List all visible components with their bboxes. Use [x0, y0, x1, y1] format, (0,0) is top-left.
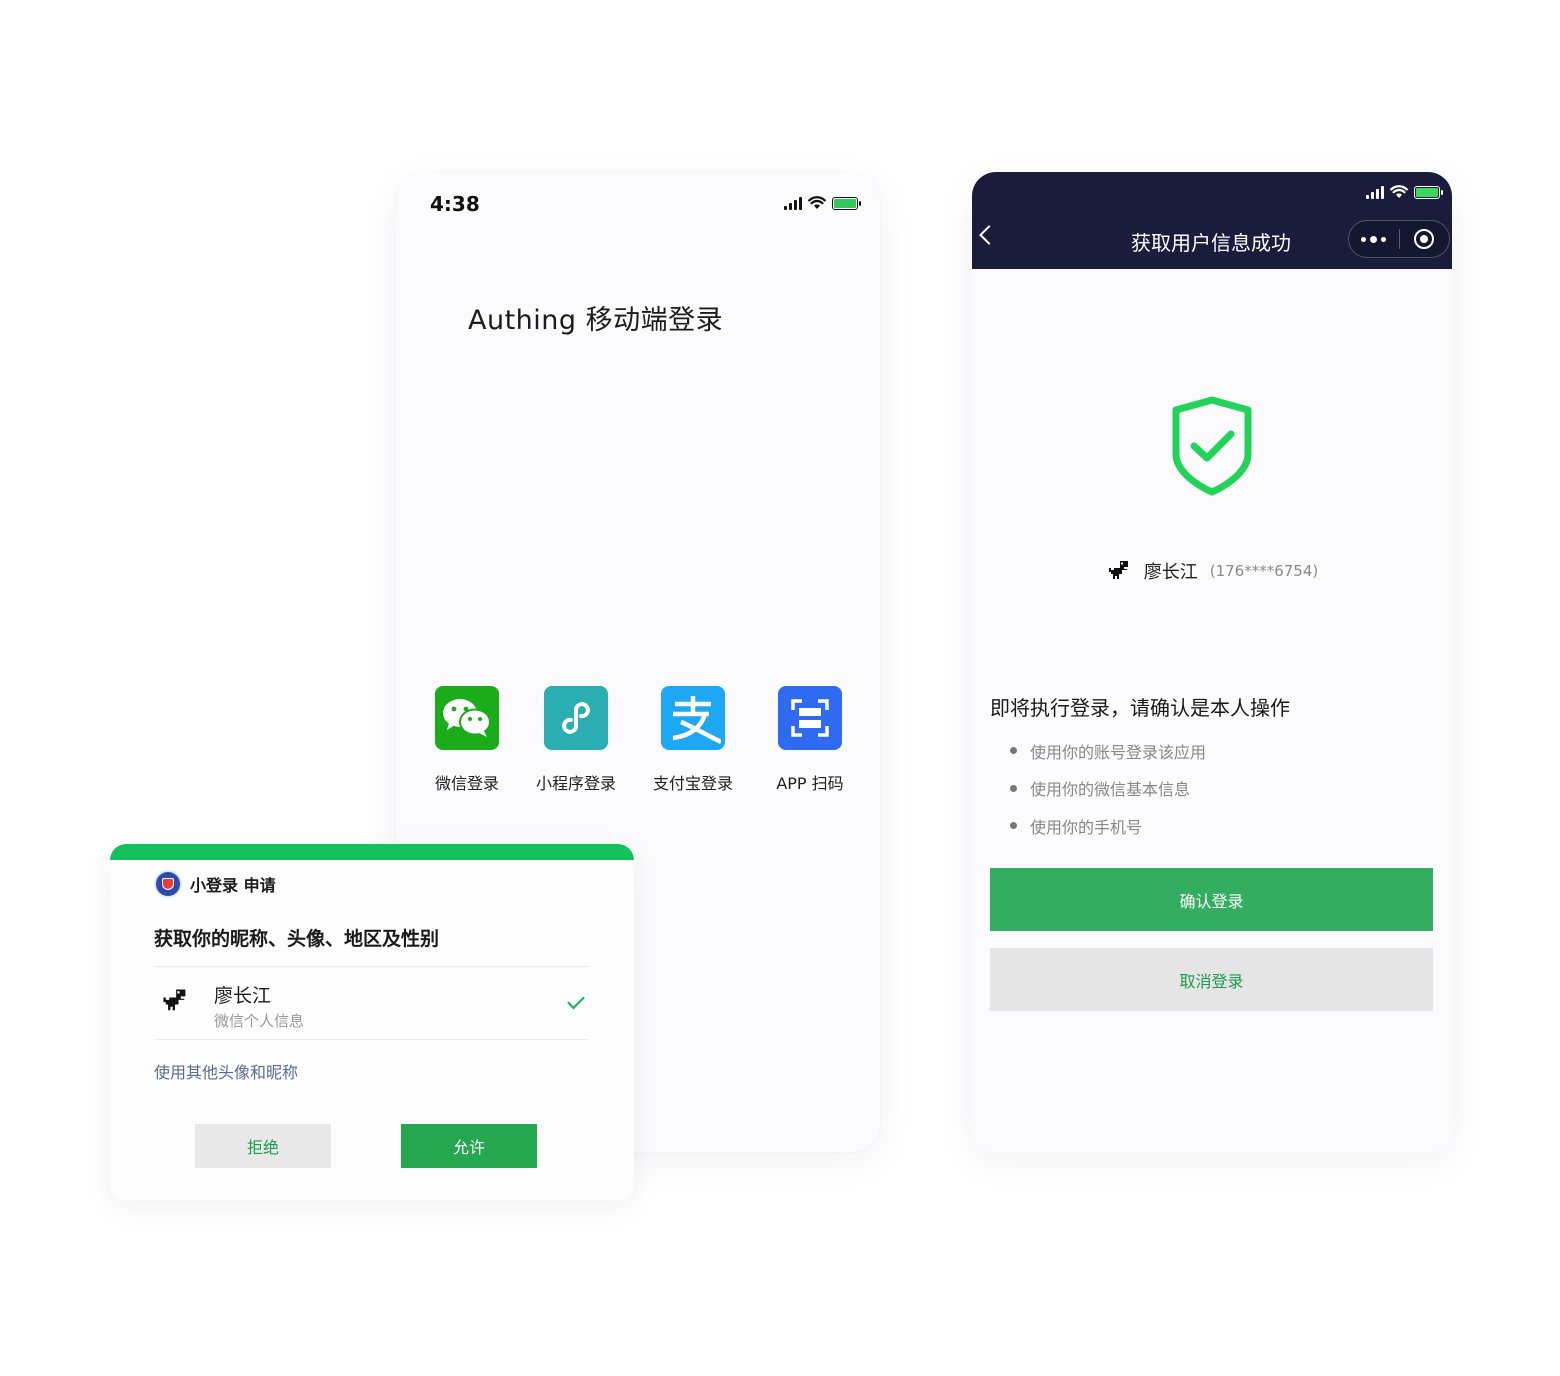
miniprogram-capsule	[1348, 220, 1450, 258]
permission-item: 使用你的微信基本信息	[1010, 770, 1206, 808]
battery-icon	[1414, 185, 1443, 199]
wechat-icon[interactable]	[435, 686, 499, 750]
user-name: 廖长江	[1143, 562, 1198, 583]
alipay-login-label: 支付宝登录	[652, 774, 733, 793]
divider	[154, 966, 589, 967]
app-name: 小登录 申请	[190, 876, 276, 895]
permission-item: 使用你的账号登录该应用	[1010, 732, 1206, 770]
shield-check-icon	[1172, 396, 1252, 496]
nav-header: 获取用户信息成功	[972, 172, 1452, 269]
confirm-login-button[interactable]: 确认登录	[990, 868, 1433, 931]
app-logo-icon	[154, 870, 182, 898]
wifi-icon	[808, 196, 826, 209]
page-title: Authing 移动端登录	[468, 305, 724, 336]
divider	[154, 1039, 589, 1040]
dialog-user-sub: 微信个人信息	[214, 1012, 305, 1030]
confirm-prompt: 即将执行登录，请确认是本人操作	[990, 696, 1290, 720]
status-time: 4:38	[430, 192, 480, 216]
wechat-login-label: 微信登录	[434, 774, 499, 793]
battery-icon	[832, 196, 861, 210]
close-miniprogram-icon[interactable]	[1400, 229, 1450, 249]
dialog-top-bar	[110, 844, 634, 860]
more-icon[interactable]	[1349, 235, 1399, 243]
status-icons	[1366, 185, 1443, 199]
scan-icon[interactable]	[778, 686, 842, 750]
dialog-title: 获取你的昵称、头像、地区及性别	[154, 928, 440, 950]
auth-dialog: 小登录 申请 获取你的昵称、头像、地区及性别 廖长江 微信个人信息 使用其他头像…	[110, 844, 634, 1200]
use-other-avatar-link[interactable]: 使用其他头像和昵称	[154, 1059, 298, 1083]
dialog-app-header: 小登录 申请	[154, 870, 276, 898]
success-phone-screen: 获取用户信息成功 廖长江 (176****6754) 即将执行登录，请确认是本人…	[972, 172, 1452, 1152]
miniprogram-icon[interactable]	[544, 686, 608, 750]
alipay-login-option[interactable]: 支付宝登录	[633, 686, 753, 794]
signal-icon	[784, 196, 802, 210]
wifi-icon	[1390, 185, 1408, 198]
permission-item: 使用你的手机号	[1010, 807, 1206, 845]
permission-list: 使用你的账号登录该应用 使用你的微信基本信息 使用你的手机号	[1010, 732, 1206, 845]
reject-button[interactable]: 拒绝	[195, 1124, 331, 1168]
status-icons	[784, 196, 861, 210]
miniprogram-login-label: 小程序登录	[535, 774, 616, 793]
allow-button[interactable]: 允许	[401, 1124, 537, 1168]
miniprogram-login-option[interactable]: 小程序登录	[516, 686, 636, 794]
app-scan-login-label: APP 扫码	[776, 774, 844, 793]
user-phone: (176****6754)	[1209, 562, 1319, 580]
wechat-login-option[interactable]: 微信登录	[407, 686, 527, 794]
alipay-icon[interactable]	[661, 686, 725, 750]
checkmark-icon	[567, 991, 585, 1010]
signal-icon	[1366, 185, 1384, 199]
cancel-login-button[interactable]: 取消登录	[990, 948, 1433, 1011]
dialog-user-name[interactable]: 廖长江	[214, 981, 271, 1008]
app-scan-login-option[interactable]: APP 扫码	[750, 686, 870, 794]
avatar-dino-icon	[1108, 561, 1128, 579]
avatar-dino-icon	[163, 989, 186, 1011]
user-info-row: 廖长江 (176****6754)	[972, 558, 1452, 584]
